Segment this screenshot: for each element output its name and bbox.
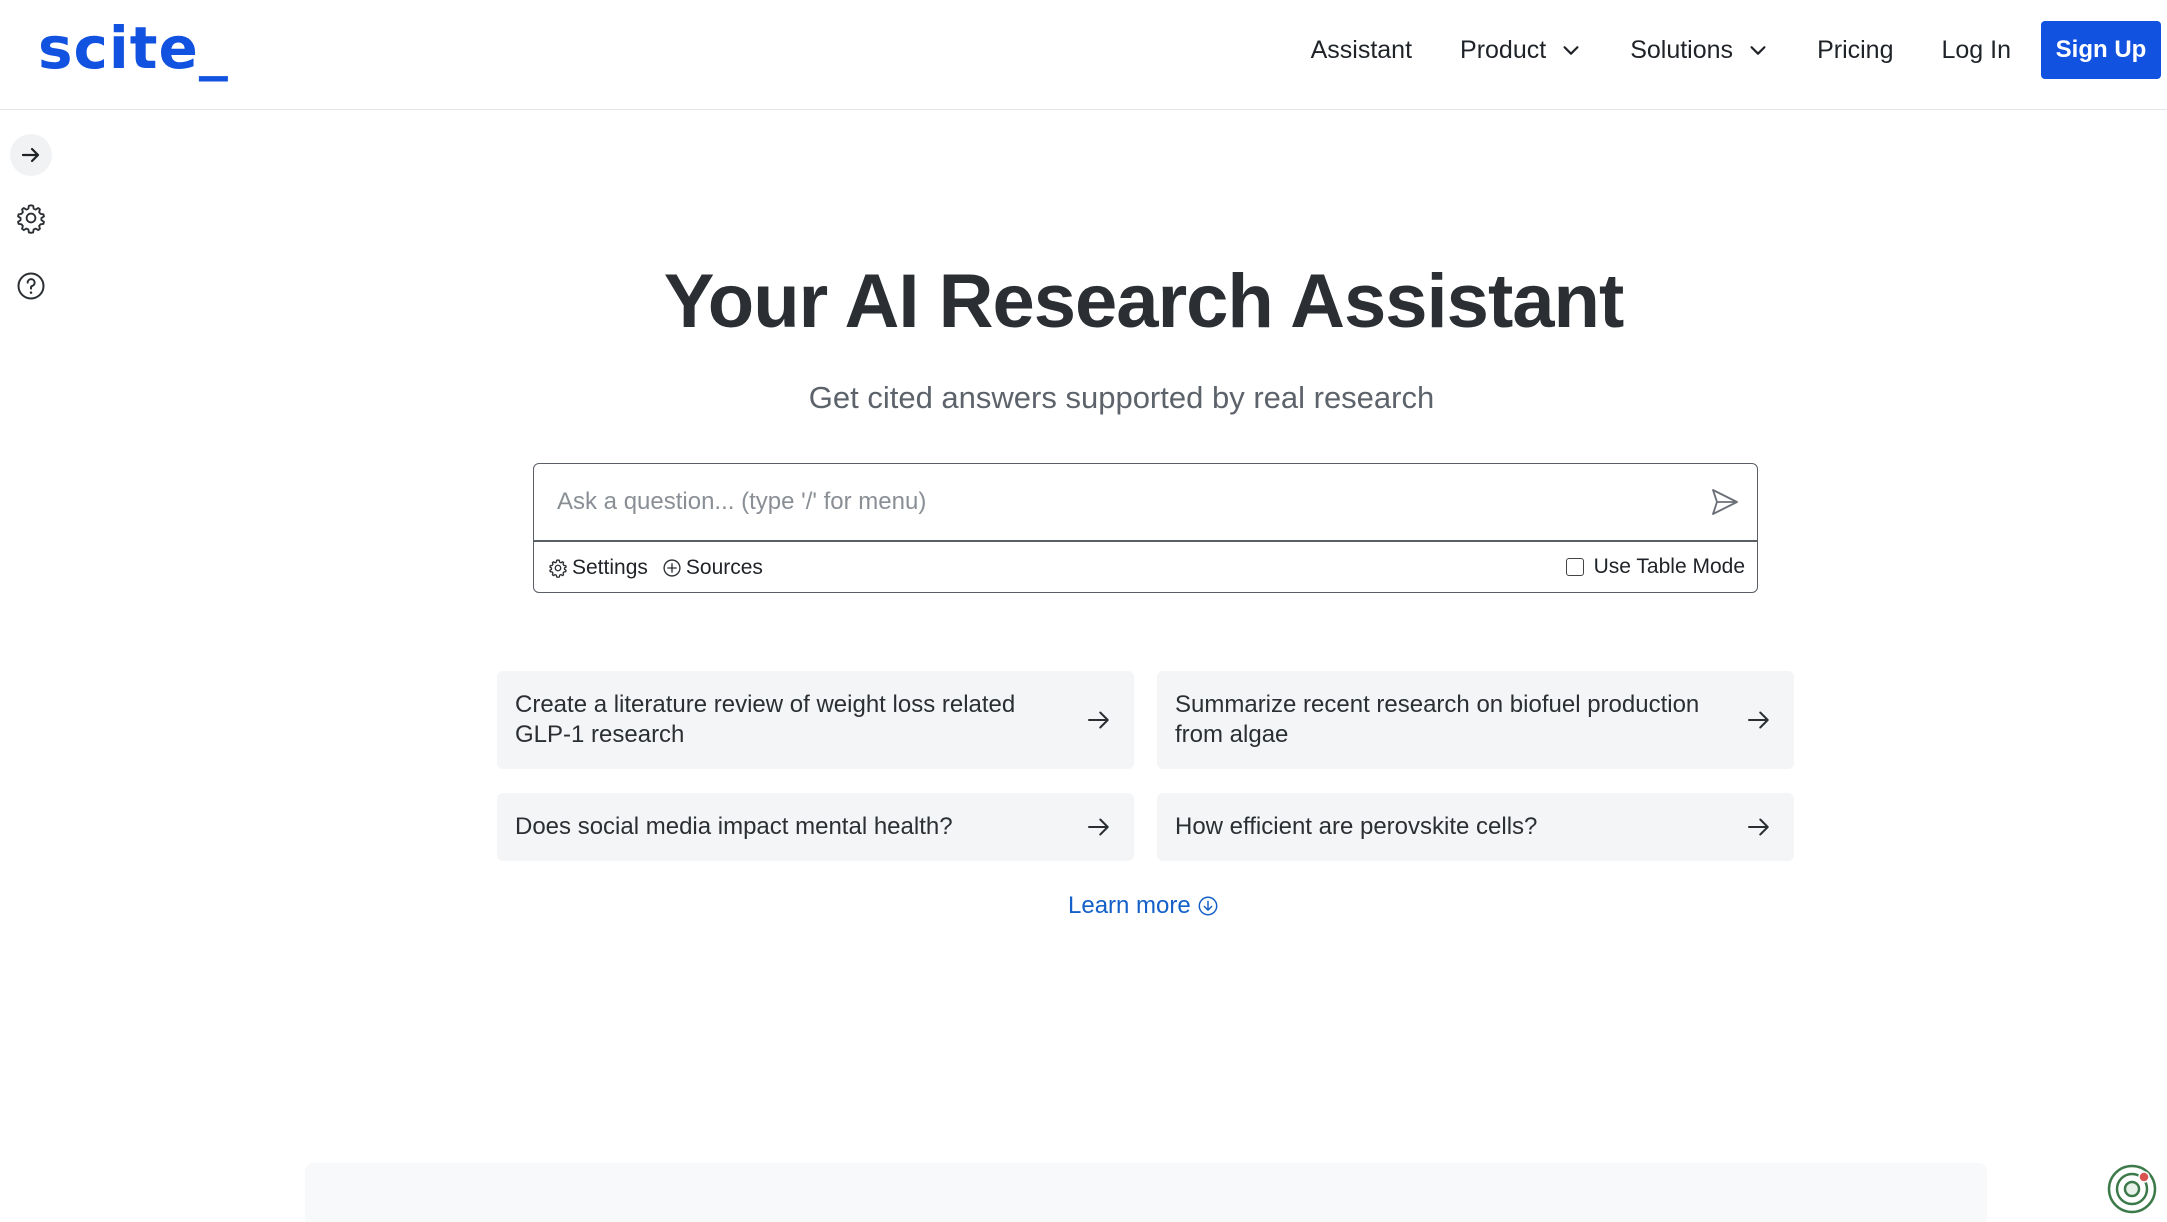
settings-tool-label: Settings (572, 556, 648, 579)
question-box: Settings Sources Use Table Mode (533, 463, 1758, 593)
arrow-right-icon (21, 147, 40, 163)
arrow-right-icon (1088, 818, 1109, 836)
plus-circle-icon (663, 559, 681, 577)
nav-pricing-label: Pricing (1817, 35, 1894, 64)
suggestion-card[interactable]: Summarize recent research on biofuel pro… (1157, 671, 1794, 769)
scite-logo[interactable]: scite_ (38, 14, 229, 82)
suggestion-text: Create a literature review of weight los… (515, 691, 1016, 748)
arrow-right-icon (1088, 711, 1109, 729)
learn-more-link[interactable]: Learn more (1068, 892, 1219, 920)
suggestion-card[interactable]: Create a literature review of weight los… (497, 671, 1134, 769)
sources-tool-button[interactable]: Sources (662, 556, 763, 580)
arrow-down-circle-icon (1198, 896, 1218, 916)
learn-more-label: Learn more (1068, 892, 1191, 919)
chevron-down-icon (1750, 46, 1766, 55)
expand-sidebar-button[interactable] (10, 134, 52, 176)
content-preview-panel (305, 1163, 1987, 1222)
suggestion-text: How efficient are perovskite cells? (1175, 813, 1538, 840)
arrow-right-icon (1748, 711, 1769, 729)
table-mode-toggle[interactable]: Use Table Mode (1565, 555, 1745, 579)
page-subtitle-text: Get cited answers supported by real rese… (808, 380, 1435, 415)
suggestion-card[interactable]: Does social media impact mental health? (497, 793, 1134, 861)
search-toolbar: Settings Sources Use Table Mode (534, 542, 1757, 594)
signup-button[interactable]: Sign Up (2041, 21, 2161, 79)
chevron-down-icon (1563, 46, 1579, 55)
send-icon (1712, 489, 1738, 515)
chat-widget-button[interactable] (2106, 1163, 2158, 1215)
suggestion-text: Summarize recent research on biofuel pro… (1175, 691, 1700, 748)
suggestion-card[interactable]: How efficient are perovskite cells? (1157, 793, 1794, 861)
page-title: Your AI Research Assistant (0, 258, 2167, 345)
arrow-right-icon (1748, 818, 1769, 836)
login-link[interactable]: Log In (1941, 36, 2011, 65)
settings-tool-button[interactable]: Settings (548, 556, 648, 580)
nav-solutions-dropdown[interactable]: Solutions (1630, 36, 1769, 65)
nav-solutions-label: Solutions (1630, 35, 1734, 64)
nav-assistant-link[interactable]: Assistant (1311, 36, 1412, 65)
nav-assistant-label: Assistant (1310, 35, 1413, 64)
main-nav: Assistant Product Solutions Pricing Log … (1311, 20, 2161, 80)
top-header: scite_ Assistant Product Solutions Prici… (0, 0, 2167, 110)
question-input[interactable] (534, 464, 1757, 540)
page-title-text: Your AI Research Assistant (663, 259, 1625, 344)
suggestion-text: Does social media impact mental health? (515, 813, 953, 840)
login-label: Log In (1941, 35, 2011, 64)
page-subtitle: Get cited answers supported by real rese… (0, 380, 2167, 416)
settings-button[interactable] (10, 197, 52, 239)
nav-pricing-link[interactable]: Pricing (1817, 36, 1893, 65)
nav-product-dropdown[interactable]: Product (1460, 36, 1582, 65)
nav-product-label: Product (1460, 35, 1547, 64)
gear-icon (17, 204, 45, 234)
table-mode-label: Use Table Mode (1593, 555, 1745, 578)
sources-tool-label: Sources (685, 556, 763, 579)
table-mode-checkbox[interactable] (1565, 558, 1584, 576)
chat-widget-icon (2107, 1164, 2157, 1214)
send-button[interactable] (1707, 484, 1743, 520)
gear-icon (549, 559, 567, 578)
